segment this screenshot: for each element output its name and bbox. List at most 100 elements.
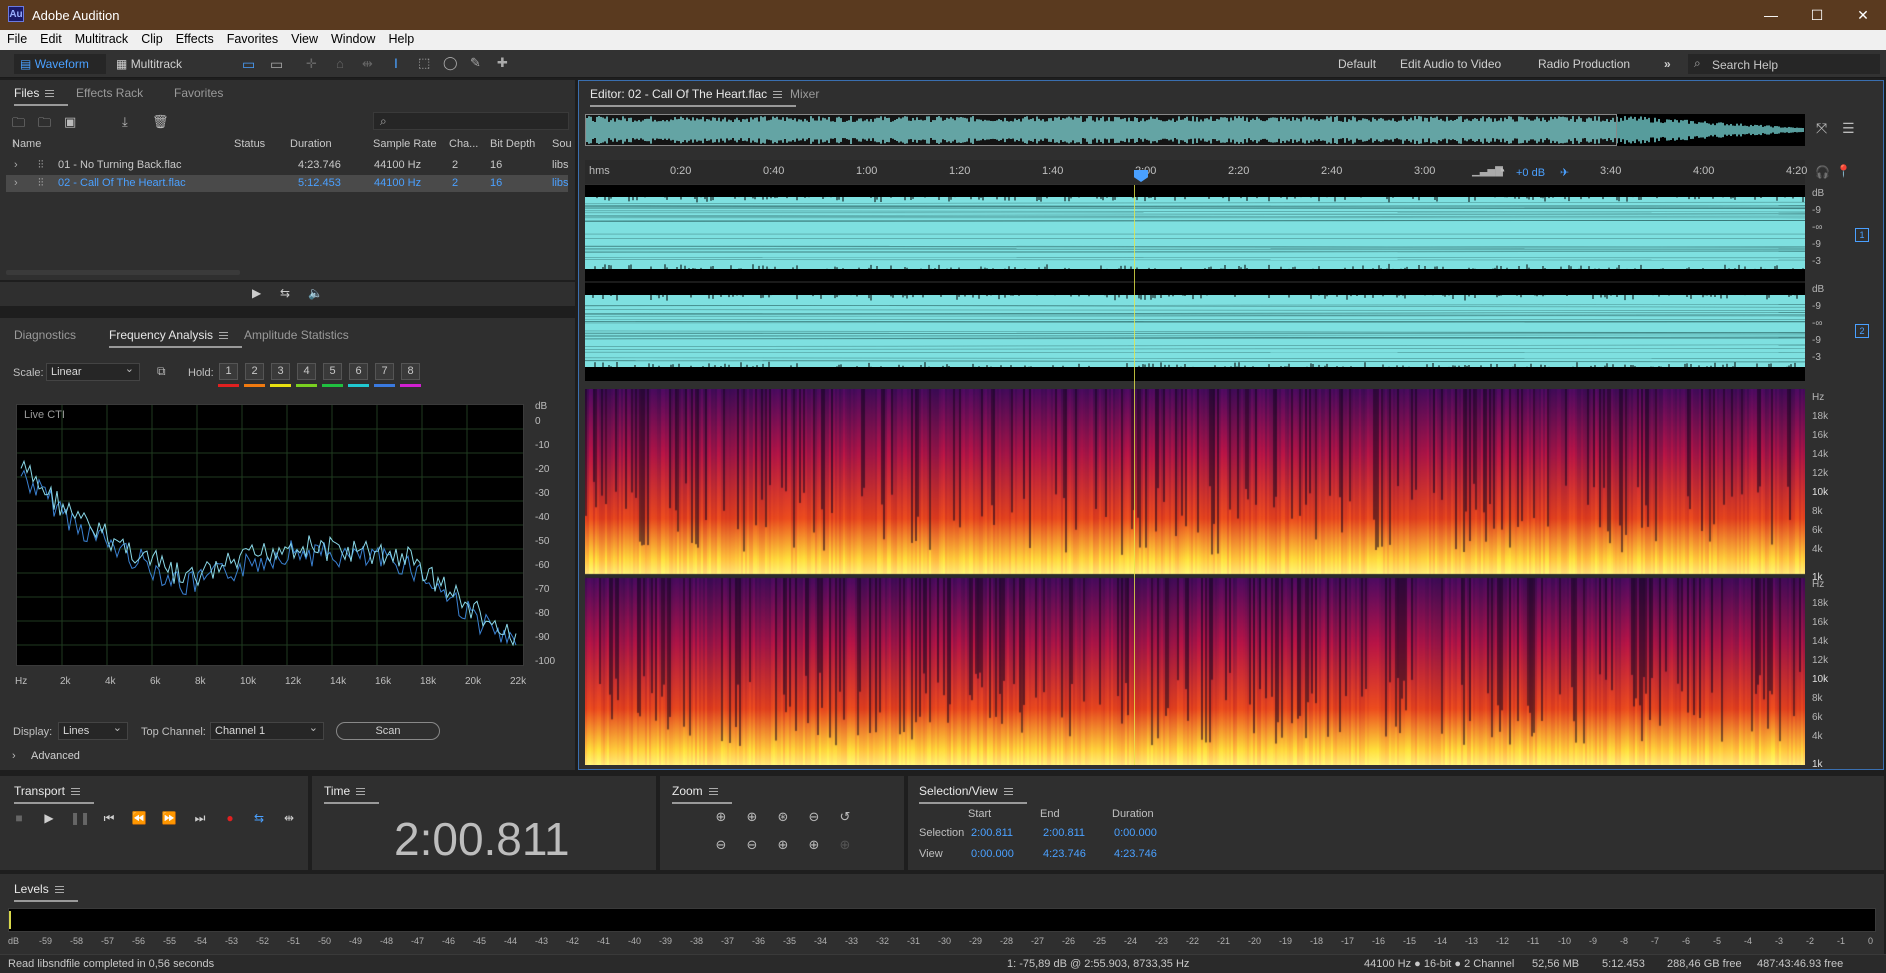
new-file-icon[interactable]: ▣ — [64, 114, 76, 130]
spectral-display[interactable] — [585, 389, 1805, 765]
panel-menu-icon[interactable] — [708, 788, 718, 796]
workspace-default[interactable]: Default — [1332, 54, 1382, 74]
spot-healing-icon[interactable]: ✚ — [497, 55, 508, 71]
time-selection-tool-icon[interactable]: I — [394, 55, 398, 71]
fast-forward-icon[interactable]: ⏩ — [160, 810, 178, 826]
file-row[interactable]: › ⫶⫶ 01 - No Turning Back.flac 4:23.746 … — [6, 157, 569, 174]
zoom-out-full-icon[interactable]: ⊖ — [804, 809, 824, 827]
gain-hud[interactable]: ▁▃▅▇ ◔ +0 dB ✈ — [1464, 162, 1576, 184]
rewind-icon[interactable]: ⏪ — [130, 810, 148, 826]
zoom-out-amplitude-icon[interactable]: ⊖ — [711, 837, 731, 855]
pin-hud-icon[interactable]: ✈ — [1560, 166, 1569, 179]
zoom-selection-icon[interactable]: ⊕ — [835, 837, 855, 855]
zoom-in-time-icon[interactable]: ⊕ — [742, 809, 762, 827]
scale-select[interactable]: Linear — [46, 362, 140, 381]
view-end[interactable]: 4:23.746 — [1043, 848, 1086, 860]
spectral-pitch-icon[interactable]: ▭ — [270, 56, 283, 73]
col-sample-rate[interactable]: Sample Rate — [373, 138, 437, 150]
hold-button-1[interactable]: 1 — [219, 363, 238, 380]
menu-edit[interactable]: Edit — [33, 30, 68, 46]
file-row-selected[interactable]: › ⫶⫶ 02 - Call Of The Heart.flac 5:12.45… — [6, 175, 569, 192]
tab-files[interactable]: Files — [14, 86, 69, 106]
zoom-in-amplitude-icon[interactable]: ⊕ — [711, 809, 731, 827]
zoom-in-right-icon[interactable]: ⊕ — [804, 837, 824, 855]
workspace-edit-audio-to-video[interactable]: Edit Audio to Video — [1394, 54, 1507, 74]
panel-menu-icon[interactable] — [45, 90, 55, 98]
auto-play-icon[interactable]: 🔈 — [308, 286, 323, 300]
open-file-icon[interactable]: 🗀 — [12, 114, 25, 136]
selection-end[interactable]: 2:00.811 — [1043, 827, 1085, 839]
import-file-icon[interactable]: 🗀 — [38, 114, 51, 136]
channel-1-badge[interactable]: 1 — [1855, 228, 1869, 242]
panel-menu-icon[interactable] — [1003, 788, 1013, 796]
lasso-tool-icon[interactable]: ◯ — [443, 55, 458, 71]
advanced-label[interactable]: Advanced — [31, 750, 80, 762]
hold-button-5[interactable]: 5 — [323, 363, 342, 380]
display-select[interactable]: Lines — [58, 721, 128, 740]
col-bit-depth[interactable]: Bit Depth — [490, 138, 535, 150]
hold-button-2[interactable]: 2 — [245, 363, 264, 380]
time-display[interactable]: 2:00.811 — [394, 812, 570, 866]
panel-menu-icon[interactable] — [54, 886, 64, 894]
tab-diagnostics[interactable]: Diagnostics — [14, 328, 76, 342]
menu-clip[interactable]: Clip — [134, 30, 169, 46]
delete-icon[interactable]: 🗑 — [152, 114, 169, 130]
zoom-out-time-icon[interactable]: ⊖ — [742, 837, 762, 855]
scan-button[interactable]: Scan — [336, 722, 440, 740]
hold-button-8[interactable]: 8 — [401, 363, 420, 380]
zoom-to-fit-icon[interactable]: ⤧ — [1816, 120, 1827, 137]
col-source[interactable]: Sou — [552, 138, 572, 150]
play-icon[interactable]: ▶ — [40, 810, 58, 826]
frequency-graph[interactable]: Live CTI — [16, 404, 524, 666]
play-preview-icon[interactable]: ▶ — [252, 286, 261, 300]
loop-icon[interactable]: ⇆ — [250, 810, 268, 826]
marquee-tool-icon[interactable]: ⬚ — [418, 55, 430, 71]
search-help-input[interactable]: Search Help — [1712, 58, 1778, 72]
tab-amplitude-statistics[interactable]: Amplitude Statistics — [244, 328, 349, 342]
selection-duration[interactable]: 0:00.000 — [1114, 827, 1157, 839]
brush-tool-icon[interactable]: ✎ — [470, 55, 481, 71]
zoom-in-left-icon[interactable]: ⊕ — [773, 837, 793, 855]
menu-view[interactable]: View — [284, 30, 324, 46]
menu-help[interactable]: Help — [381, 30, 420, 46]
hold-button-7[interactable]: 7 — [375, 363, 394, 380]
insert-into-multitrack-icon[interactable]: ⤓ — [122, 114, 128, 130]
top-channel-select[interactable]: Channel 1 — [210, 721, 324, 740]
menu-multitrack[interactable]: Multitrack — [68, 30, 134, 46]
menu-favorites[interactable]: Favorites — [220, 30, 284, 46]
panel-menu-icon[interactable] — [356, 788, 366, 796]
channel-2-badge[interactable]: 2 — [1855, 324, 1869, 338]
tab-frequency-analysis[interactable]: Frequency Analysis — [109, 328, 243, 348]
waveform-button[interactable]: ▤ Waveform — [14, 54, 106, 74]
multitrack-button[interactable]: ▦ Multitrack — [110, 54, 196, 74]
panel-menu-icon[interactable] — [773, 91, 783, 99]
tab-effects-rack[interactable]: Effects Rack — [76, 86, 143, 100]
slip-tool-icon[interactable]: ⇹ — [362, 56, 373, 72]
tab-editor[interactable]: Editor: 02 - Call Of The Heart.flac — [590, 87, 797, 107]
tab-favorites[interactable]: Favorites — [174, 86, 223, 100]
advanced-expand-icon[interactable]: › — [12, 750, 16, 762]
menu-effects[interactable]: Effects — [169, 30, 220, 46]
waveform-display[interactable] — [585, 185, 1805, 381]
search-help-box[interactable]: ⌕ Search Help — [1688, 54, 1880, 74]
view-duration[interactable]: 4:23.746 — [1114, 848, 1157, 860]
zoom-to-cursor-icon[interactable]: ⊛ — [773, 809, 793, 827]
tab-mixer[interactable]: Mixer — [790, 87, 819, 101]
hold-button-3[interactable]: 3 — [271, 363, 290, 380]
marker-pin-icon[interactable]: 📍 — [1836, 164, 1851, 178]
files-scrollbar[interactable] — [6, 270, 240, 275]
headphones-icon[interactable]: 🎧 — [1815, 165, 1830, 179]
minimize-icon[interactable]: — — [1748, 0, 1794, 30]
panel-menu-icon[interactable] — [219, 332, 229, 340]
close-icon[interactable]: ✕ — [1840, 0, 1886, 30]
overview-navigator[interactable] — [585, 114, 1805, 146]
hold-button-4[interactable]: 4 — [297, 363, 316, 380]
selection-start[interactable]: 2:00.811 — [971, 827, 1013, 839]
hold-settings-icon[interactable]: ⧉ — [157, 364, 166, 379]
overview-view-range[interactable] — [585, 114, 1617, 146]
maximize-icon[interactable]: ☐ — [1794, 0, 1840, 30]
more-workspaces-icon[interactable]: » — [1658, 54, 1677, 74]
panel-menu-icon[interactable] — [70, 788, 80, 796]
menu-file[interactable]: File — [0, 30, 33, 46]
record-icon[interactable]: ● — [221, 810, 239, 826]
